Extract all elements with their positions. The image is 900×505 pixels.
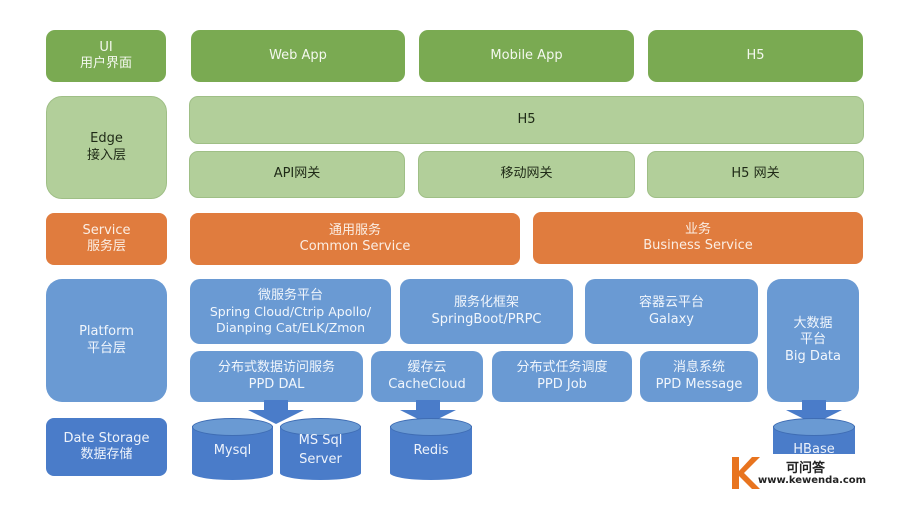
platform-cache-en: CacheCloud (388, 376, 466, 392)
platform-bigdata: 大数据 平台 Big Data (767, 279, 859, 402)
edge-h5-label: H5 (517, 111, 536, 127)
platform-container-en: Galaxy (648, 311, 694, 327)
db-hbase: HBase (773, 418, 855, 454)
platform-message-zh: 消息系统 (672, 360, 725, 376)
ui-web-app-label: Web App (269, 47, 327, 63)
platform-job-zh: 分布式任务调度 (516, 360, 608, 376)
platform-microservice-en2: Dianping Cat/ELK/Zmon (216, 319, 365, 335)
layer-service-en: Service (82, 222, 131, 238)
edge-mobile-gateway-label: 移动网关 (500, 166, 553, 182)
db-hbase-label: HBase (793, 442, 835, 454)
service-business-en: Business Service (643, 238, 753, 253)
edge-h5-bar: H5 (189, 96, 864, 144)
platform-microservice-en1: Spring Cloud/Ctrip Apollo/ (209, 304, 372, 319)
layer-edge-zh: 接入层 (86, 147, 126, 163)
platform-framework-zh: 服务化框架 (453, 295, 519, 311)
platform-message: 消息系统 PPD Message (640, 351, 758, 402)
layer-service-zh: 服务层 (86, 239, 126, 254)
db-mssql-label-1: MS Sql (298, 433, 343, 448)
layer-storage-en: Date Storage (63, 430, 150, 446)
db-mysql: Mysql (192, 418, 273, 480)
db-mssql: MS Sql Server (280, 418, 361, 480)
service-business: 业务 Business Service (533, 212, 863, 264)
platform-bigdata-en: Big Data (785, 348, 841, 364)
layer-ui-zh: 用户界面 (79, 56, 132, 71)
service-common-en: Common Service (299, 239, 411, 254)
layer-storage-label: Date Storage 数据存储 (46, 418, 167, 476)
platform-bigdata-zh2: 平台 (799, 332, 826, 348)
service-business-zh: 业务 (684, 221, 711, 237)
edge-h5-gateway-label: H5 网关 (731, 166, 780, 182)
platform-dal: 分布式数据访问服务 PPD DAL (190, 351, 363, 402)
platform-microservice: 微服务平台 Spring Cloud/Ctrip Apollo/ Dianpin… (190, 279, 391, 344)
edge-h5-gateway: H5 网关 (647, 151, 864, 198)
db-redis: Redis (390, 418, 472, 480)
platform-container-zh: 容器云平台 (638, 295, 704, 311)
service-common-zh: 通用服务 (328, 222, 381, 238)
platform-cache-zh: 缓存云 (407, 360, 447, 376)
service-common: 通用服务 Common Service (190, 213, 520, 265)
platform-job-en: PPD Job (537, 376, 587, 392)
ui-web-app: Web App (191, 30, 405, 82)
platform-dal-en: PPD DAL (248, 376, 305, 392)
ui-mobile-app: Mobile App (419, 30, 634, 82)
platform-framework: 服务化框架 SpringBoot/PRPC (400, 279, 573, 344)
layer-ui-en: UI (99, 39, 113, 55)
edge-api-gateway-label: API网关 (273, 166, 321, 182)
edge-api-gateway: API网关 (189, 151, 405, 198)
platform-framework-en: SpringBoot/PRPC (431, 311, 542, 327)
db-mysql-label: Mysql (213, 443, 252, 458)
platform-bigdata-zh1: 大数据 (793, 316, 833, 332)
watermark-name: 可问答 (786, 461, 826, 476)
ui-h5: H5 (648, 30, 863, 82)
layer-platform-label: Platform 平台层 (46, 279, 167, 402)
platform-message-en: PPD Message (655, 376, 743, 392)
layer-ui-label: UI 用户界面 (46, 30, 166, 82)
layer-platform-zh: 平台层 (86, 340, 126, 356)
edge-mobile-gateway: 移动网关 (418, 151, 635, 198)
ui-h5-label: H5 (746, 47, 765, 63)
layer-edge-label: Edge 接入层 (46, 96, 167, 199)
ui-mobile-app-label: Mobile App (490, 47, 563, 63)
layer-edge-en: Edge (90, 131, 123, 147)
watermark-url: www.kewenda.com (758, 475, 867, 486)
db-redis-label: Redis (413, 443, 449, 458)
platform-cache: 缓存云 CacheCloud (371, 351, 483, 402)
platform-microservice-zh: 微服务平台 (257, 287, 323, 303)
layer-service-label: Service 服务层 (46, 213, 167, 265)
watermark: 可问答 www.kewenda.com (730, 455, 870, 495)
layer-platform-en: Platform (79, 324, 134, 340)
platform-dal-zh: 分布式数据访问服务 (217, 360, 335, 376)
db-mssql-label-2: Server (299, 452, 342, 467)
watermark-k-logo-icon (732, 457, 760, 489)
platform-container: 容器云平台 Galaxy (585, 279, 758, 344)
platform-job: 分布式任务调度 PPD Job (492, 351, 632, 402)
layer-storage-zh: 数据存储 (80, 447, 133, 462)
